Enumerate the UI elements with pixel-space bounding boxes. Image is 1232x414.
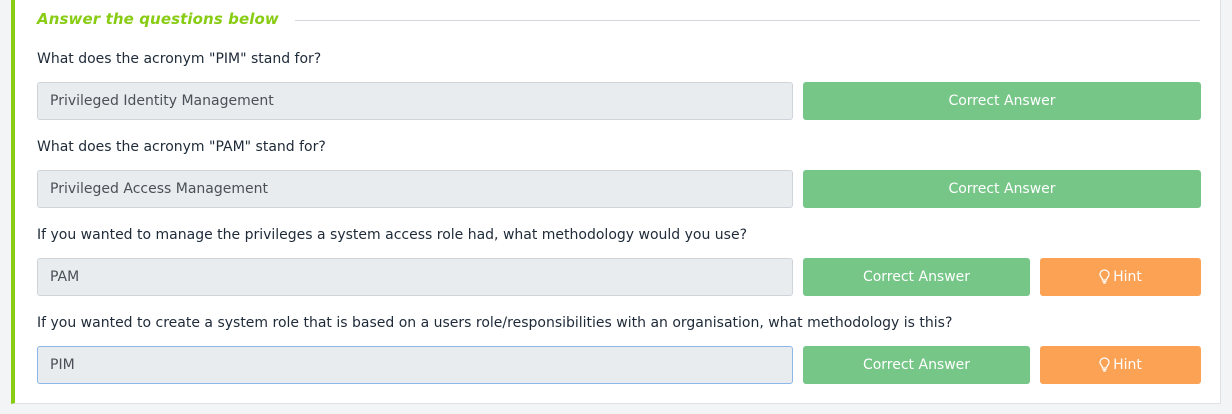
- question-3-hint-label: Hint: [1113, 269, 1142, 285]
- question-3-text: If you wanted to manage the privileges a…: [37, 227, 748, 243]
- question-1-text: What does the acronym "PIM" stand for?: [37, 51, 322, 67]
- section-header: Answer the questions below: [37, 6, 1200, 32]
- question-3-correct-answer-button[interactable]: Correct Answer: [803, 258, 1030, 296]
- question-4-correct-answer-button[interactable]: Correct Answer: [803, 346, 1030, 384]
- question-2-correct-answer-button[interactable]: Correct Answer: [803, 170, 1201, 208]
- question-4-text: If you wanted to create a system role th…: [37, 315, 953, 331]
- question-4-answer-field[interactable]: PIM: [37, 346, 793, 384]
- section-title: Answer the questions below: [37, 10, 279, 28]
- question-2-text: What does the acronym "PAM" stand for?: [37, 139, 326, 155]
- section-divider: [294, 19, 1200, 21]
- question-4-hint-button[interactable]: Hint: [1040, 346, 1201, 384]
- lightbulb-icon: [1099, 268, 1110, 288]
- question-1-correct-answer-button[interactable]: Correct Answer: [803, 82, 1201, 120]
- lightbulb-icon: [1099, 356, 1110, 376]
- task-questions-panel: Answer the questions below What does the…: [11, 0, 1221, 404]
- question-3-hint-button[interactable]: Hint: [1040, 258, 1201, 296]
- question-4-hint-label: Hint: [1113, 357, 1142, 373]
- question-1-answer-field[interactable]: Privileged Identity Management: [37, 82, 793, 120]
- question-3-answer-field[interactable]: PAM: [37, 258, 793, 296]
- question-2-answer-field[interactable]: Privileged Access Management: [37, 170, 793, 208]
